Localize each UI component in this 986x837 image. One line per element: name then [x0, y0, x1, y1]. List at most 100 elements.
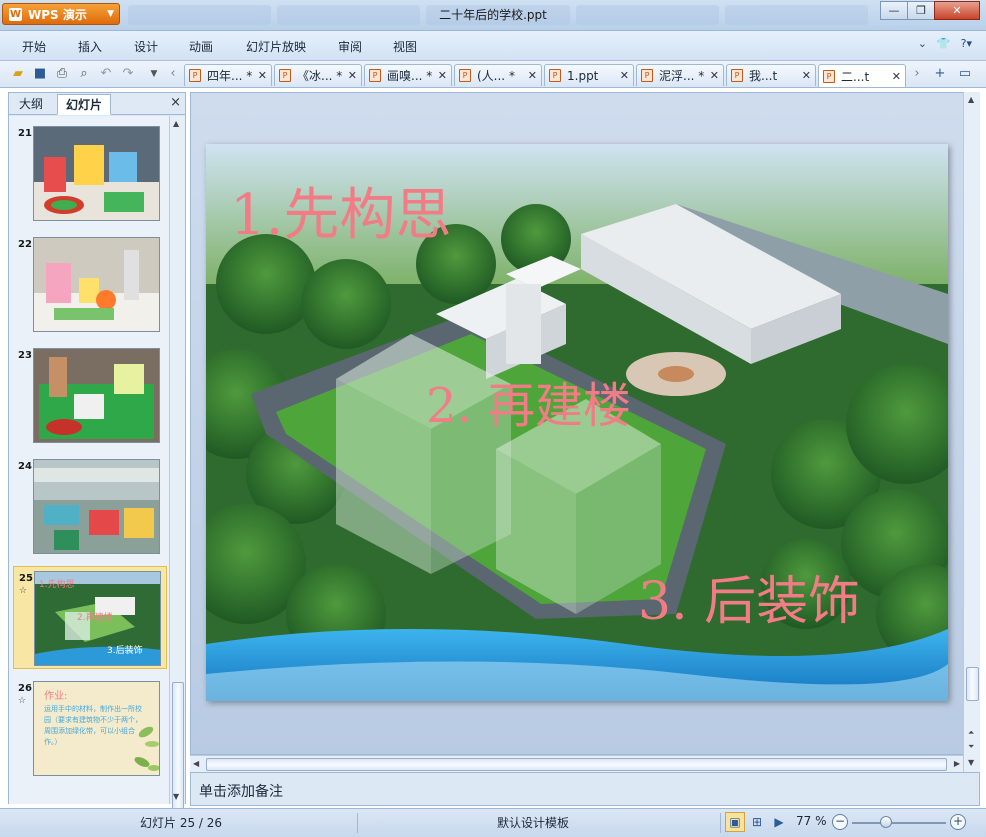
shirt-icon[interactable]: 👕	[937, 37, 951, 50]
zoom-slider-track[interactable]	[852, 822, 946, 824]
menu-insert[interactable]: 插入	[78, 38, 102, 55]
close-tab-icon[interactable]: ✕	[528, 69, 537, 82]
slide-number: 24	[18, 461, 32, 472]
slide-step-2-text[interactable]: 2. 再建楼	[426, 366, 631, 436]
ppt-file-icon: P	[731, 69, 743, 82]
window-layout-icon[interactable]: ▭	[957, 66, 973, 82]
slide-counter: 幻灯片 25 / 26	[140, 816, 223, 830]
slide-thumbnail-image: 作业: 运用手中的材料，制作出一所校园（要求有建筑物不少于两个，周围添加绿化带，…	[33, 681, 160, 776]
school-model-photo	[34, 127, 159, 220]
menu-review[interactable]: 审阅	[338, 38, 362, 55]
close-tab-icon[interactable]: ✕	[892, 70, 901, 83]
thumb-homework-heading: 作业:	[44, 691, 68, 702]
slide-number: 23	[18, 350, 32, 361]
slide-thumbnail[interactable]: 24	[13, 455, 167, 558]
menu-animation[interactable]: 动画	[189, 38, 213, 55]
tab-slides[interactable]: 幻灯片	[57, 94, 112, 115]
customize-dropdown-icon[interactable]: ▼	[146, 66, 162, 82]
thumbnail-scrollbar[interactable]: ▲ ▼	[169, 116, 185, 814]
next-slide-icon[interactable]: ⏷	[968, 742, 974, 752]
slide-number: 26	[18, 683, 32, 694]
previous-slide-icon[interactable]: ⏶	[968, 728, 974, 738]
save-icon[interactable]: ■	[32, 66, 48, 82]
slide-thumbnail-selected[interactable]: 25 ☆ 1.先构思 2.再建楼 3.后装饰	[13, 566, 167, 669]
doc-tab-5[interactable]: P 1.ppt ✕	[544, 64, 634, 86]
scroll-up-icon[interactable]: ▲	[173, 119, 179, 128]
help-icon[interactable]: ?▾	[961, 37, 972, 50]
current-slide[interactable]: 1.先构思 2. 再建楼 3. 后装饰	[206, 144, 948, 701]
pane-tabs: 大纲 幻灯片 ×	[9, 93, 185, 115]
normal-view-icon[interactable]: ▣	[725, 812, 745, 832]
scrollbar-thumb[interactable]	[206, 758, 947, 771]
scroll-down-icon[interactable]: ▼	[968, 758, 974, 767]
menu-slideshow[interactable]: 幻灯片放映	[246, 38, 306, 55]
doc-tab-7[interactable]: P 我...t ✕	[726, 64, 816, 86]
doc-tab-4[interactable]: P (人... * ✕	[454, 64, 542, 86]
close-tab-icon[interactable]: ✕	[620, 69, 629, 82]
doc-tab-6[interactable]: P 泥浮... * ✕	[636, 64, 724, 86]
school-model-photo	[34, 238, 159, 331]
menu-home[interactable]: 开始	[22, 38, 46, 55]
thumb-text-3: 3.后装饰	[107, 644, 143, 656]
thumbnail-list[interactable]: 21 22 23 24 25 ☆ 1.先构思 2.再建楼 3.后装饰 26 ☆ …	[9, 116, 169, 804]
slide-thumbnail[interactable]: 21	[13, 122, 167, 225]
tabs-scroll-right-icon[interactable]: ›	[909, 66, 925, 82]
zoom-out-icon[interactable]: −	[832, 814, 848, 830]
window-controls: — ❐ ✕	[880, 1, 980, 20]
doc-tab-2[interactable]: P 《冰... * ✕	[274, 64, 362, 86]
slide-sorter-view-icon[interactable]: ⊞	[747, 812, 767, 832]
slide-thumbnail-image	[33, 348, 160, 443]
tabs-scroll-left-icon[interactable]: ‹	[165, 66, 181, 82]
tab-outline[interactable]: 大纲	[11, 94, 51, 115]
zoom-slider-handle[interactable]	[880, 816, 892, 828]
slide-thumbnail-image: 1.先构思 2.再建楼 3.后装饰	[34, 571, 161, 666]
open-folder-icon[interactable]: ▰	[10, 66, 26, 82]
close-window-button[interactable]: ✕	[934, 1, 980, 20]
doc-tab-active[interactable]: P 二...t ✕	[818, 64, 906, 87]
menu-view[interactable]: 视图	[393, 38, 417, 55]
status-divider	[720, 813, 721, 833]
slide-horizontal-scrollbar[interactable]: ◀ ▶	[190, 755, 963, 772]
notes-placeholder[interactable]: 单击添加备注	[199, 781, 283, 801]
doc-tab-1[interactable]: P 四年... * ✕	[184, 64, 272, 86]
zoom-in-icon[interactable]: +	[950, 814, 966, 830]
slide-thumbnail[interactable]: 22	[13, 233, 167, 336]
print-preview-icon[interactable]: ⌕	[76, 66, 92, 82]
notes-pane[interactable]: 单击添加备注	[190, 772, 980, 806]
slide-number: 22	[18, 239, 32, 250]
minimize-button[interactable]: —	[880, 1, 908, 20]
slide-step-1-text[interactable]: 1.先构思	[230, 170, 451, 251]
doc-tab-label: 画嗅... *	[387, 69, 433, 83]
undo-icon[interactable]: ↶	[98, 66, 114, 82]
close-tab-icon[interactable]: ✕	[438, 69, 447, 82]
slide-vertical-scrollbar[interactable]: ▲ ⏶ ⏷ ▼	[963, 92, 980, 772]
slide-thumbnail[interactable]: 23	[13, 344, 167, 447]
slide-thumbnail[interactable]: 26 ☆ 作业: 运用手中的材料，制作出一所校园（要求有建筑物不少于两个，周围添…	[13, 677, 167, 780]
doc-tab-label: 四年... *	[207, 69, 253, 83]
design-template-name[interactable]: 默认设计模板	[497, 814, 569, 831]
scroll-right-icon[interactable]: ▶	[954, 759, 960, 768]
doc-tab-3[interactable]: P 画嗅... * ✕	[364, 64, 452, 86]
close-tab-icon[interactable]: ✕	[710, 69, 719, 82]
redo-icon[interactable]: ↷	[120, 66, 136, 82]
close-tab-icon[interactable]: ✕	[348, 69, 357, 82]
slide-step-3-text[interactable]: 3. 后装饰	[638, 559, 860, 634]
slide-thumbnail-image	[33, 237, 160, 332]
close-tab-icon[interactable]: ✕	[258, 69, 267, 82]
menu-bar: 开始 插入 设计 动画 幻灯片放映 审阅 视图 ⌄ 👕 ?▾	[0, 31, 986, 61]
chevron-down-icon[interactable]: ⌄	[918, 37, 927, 50]
new-tab-icon[interactable]: +	[932, 66, 948, 82]
slideshow-view-icon[interactable]: ▶	[769, 812, 789, 832]
doc-tab-label: 我...t	[749, 69, 778, 83]
animation-star-icon: ☆	[18, 696, 27, 706]
print-icon[interactable]: ⎙	[54, 66, 70, 82]
scroll-up-icon[interactable]: ▲	[968, 95, 974, 104]
close-tab-icon[interactable]: ✕	[802, 69, 811, 82]
scroll-down-icon[interactable]: ▼	[173, 792, 179, 801]
school-model-photo	[34, 349, 159, 442]
close-pane-icon[interactable]: ×	[170, 95, 181, 110]
menu-design[interactable]: 设计	[134, 38, 158, 55]
scroll-left-icon[interactable]: ◀	[193, 759, 199, 768]
scrollbar-thumb[interactable]	[966, 667, 979, 701]
maximize-button[interactable]: ❐	[907, 1, 935, 20]
